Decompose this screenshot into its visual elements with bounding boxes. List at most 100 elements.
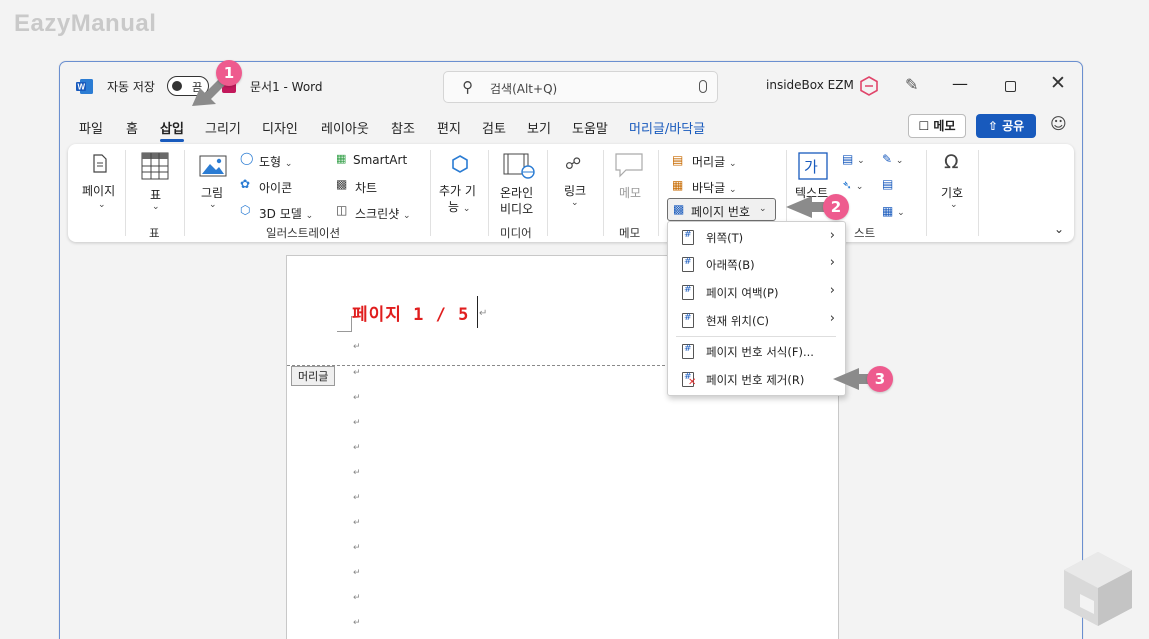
menu-item-page-margins[interactable]: 페이지 여백(P) › (668, 280, 845, 306)
tab-home[interactable]: 홈 (126, 118, 138, 137)
svg-text:W: W (78, 83, 86, 92)
divider (978, 150, 979, 236)
word-app-icon: W (76, 79, 93, 94)
tab-header-footer[interactable]: 머리글/바닥글 (629, 118, 705, 137)
picture-chevron-icon[interactable]: ⌄ (209, 200, 217, 210)
footer-button[interactable]: 바닥글 ⌄ (692, 179, 737, 196)
wordart-icon[interactable]: ➴ ⌄ (842, 178, 863, 192)
search-placeholder: 검색(Alt+Q) (490, 82, 558, 96)
search-box[interactable]: ⚲ 검색(Alt+Q) (443, 71, 718, 103)
tab-insert[interactable]: 삽입 (160, 118, 184, 142)
shapes-icon: ◯ (240, 151, 254, 165)
addins-label-2: 능 (448, 200, 460, 214)
tab-review[interactable]: 검토 (482, 118, 506, 137)
text-cursor (477, 296, 478, 328)
link-button[interactable]: 링크 (564, 182, 586, 199)
pages-icon (93, 154, 107, 173)
user-avatar-icon[interactable] (858, 75, 880, 97)
close-button[interactable]: ✕ (1050, 72, 1066, 94)
picture-button[interactable]: 그림 (201, 184, 223, 201)
search-icon: ⚲ (462, 78, 473, 96)
format-page-number-icon (682, 344, 694, 359)
paragraph-mark: ↵ (353, 543, 361, 553)
page-number-icon (682, 313, 694, 328)
page-number-icon (682, 257, 694, 272)
symbol-chevron-icon[interactable]: ⌄ (950, 200, 958, 210)
textbox-icon: 가 (798, 152, 828, 180)
online-video-button[interactable]: 온라인 (500, 184, 533, 201)
tab-draw[interactable]: 그리기 (205, 118, 241, 137)
chevron-down-icon: ⌄ (403, 211, 411, 221)
tab-design[interactable]: 디자인 (262, 118, 298, 137)
user-name[interactable]: insideBox EZM (766, 78, 854, 92)
paragraph-mark: ↵ (353, 468, 361, 478)
menu-item-bottom-of-page[interactable]: 아래쪽(B) › (668, 252, 845, 278)
online-video-label-2: 비디오 (500, 202, 534, 216)
ribbon-insert: 페이지 ⌄ 표 ⌄ 표 그림 ⌄ ◯ 도형 ⌄ ✿ 아이콘 ⬡ 3D 모델 ⌄ … (68, 144, 1074, 242)
microphone-icon[interactable] (699, 80, 707, 93)
tab-view[interactable]: 보기 (527, 118, 551, 137)
page-number-icon (682, 285, 694, 300)
symbol-button[interactable]: 기호 (941, 184, 963, 201)
icons-button[interactable]: 아이콘 (259, 179, 292, 196)
ribbon-expand-icon[interactable]: ⌄ (1054, 222, 1064, 236)
chevron-right-icon: › (829, 255, 835, 270)
divider (603, 150, 604, 236)
screenshot-button[interactable]: 스크린샷 ⌄ (355, 205, 411, 222)
addins-button-line2[interactable]: 능 ⌄ (448, 198, 470, 215)
coauthor-icon[interactable]: ☺ (1050, 114, 1067, 133)
menu-item-remove-page-numbers[interactable]: ✕ 페이지 번호 제거(R) (668, 367, 845, 393)
menu-item-top-of-page[interactable]: 위쪽(T) › (668, 225, 845, 251)
new-comment-button[interactable]: 메모 (619, 184, 641, 201)
maximize-button[interactable] (1005, 81, 1016, 92)
menu-item-format-page-numbers[interactable]: 페이지 번호 서식(F)... (668, 339, 845, 365)
menu-item-label: 아래쪽(B) (706, 258, 755, 272)
media-group-label: 미디어 (500, 226, 532, 240)
pages-chevron-icon[interactable]: ⌄ (98, 200, 106, 210)
cube-logo-icon (1064, 552, 1132, 626)
link-icon: ☍ (565, 154, 582, 173)
tab-layout[interactable]: 레이아웃 (321, 118, 369, 137)
text-group-label: 스트 (854, 226, 876, 240)
icons-icon: ✿ (240, 177, 251, 191)
share-button[interactable]: ⇧ 공유 (976, 114, 1036, 138)
omega-icon: Ω (944, 151, 959, 173)
word-window: W 자동 저장 끔 문서1 - Word ⚲ 검색(Alt+Q) insideB… (59, 61, 1083, 639)
quick-parts-icon[interactable]: ▤ ⌄ (842, 152, 865, 166)
3d-model-icon: ⬡ (240, 203, 251, 217)
footer-icon: ▦ (672, 178, 684, 192)
tab-file[interactable]: 파일 (79, 118, 103, 137)
chevron-down-icon: ⌄ (728, 185, 737, 195)
link-chevron-icon[interactable]: ⌄ (571, 198, 579, 208)
pages-button[interactable]: 페이지 (82, 182, 115, 199)
shapes-button[interactable]: 도형 ⌄ (259, 153, 292, 170)
header-page-number-field[interactable]: 페이지 1 / 5 (352, 300, 469, 325)
header-button[interactable]: 머리글 ⌄ (692, 153, 737, 170)
designer-pen-icon[interactable]: ✎ (905, 75, 918, 94)
tab-references[interactable]: 참조 (391, 118, 415, 137)
signature-line-icon[interactable]: ✎ ⌄ (882, 152, 903, 166)
menu-item-current-position[interactable]: 현재 위치(C) › (668, 308, 845, 334)
callout-badge-1: 1 (216, 60, 242, 86)
chevron-right-icon: › (829, 283, 835, 298)
smartart-button[interactable]: SmartArt (353, 153, 407, 167)
tab-help[interactable]: 도움말 (572, 118, 608, 137)
comments-button[interactable]: ☐ 메모 (908, 114, 966, 138)
chevron-down-icon: ⌄ (759, 204, 767, 214)
minimize-button[interactable]: — (952, 74, 968, 93)
chart-button[interactable]: 차트 (355, 179, 377, 196)
addins-button[interactable]: 추가 기 (439, 182, 476, 199)
date-time-icon[interactable]: ▤ (882, 177, 893, 191)
divider (547, 150, 548, 236)
header-icon: ▤ (672, 153, 684, 167)
page-number-button[interactable]: ▩ 페이지 번호 ⌄ (667, 198, 776, 221)
table-chevron-icon[interactable]: ⌄ (152, 202, 160, 212)
page-number-label: 페이지 번호 (691, 205, 751, 219)
3d-models-button[interactable]: 3D 모델 ⌄ (259, 205, 313, 222)
menu-item-label: 페이지 번호 제거(R) (706, 373, 805, 387)
tab-mailings[interactable]: 편지 (437, 118, 461, 137)
object-icon[interactable]: ▦ ⌄ (882, 204, 905, 218)
chevron-down-icon: ⌄ (305, 211, 314, 221)
table-button[interactable]: 표 (150, 186, 161, 203)
paragraph-mark: ↵ (353, 342, 361, 352)
